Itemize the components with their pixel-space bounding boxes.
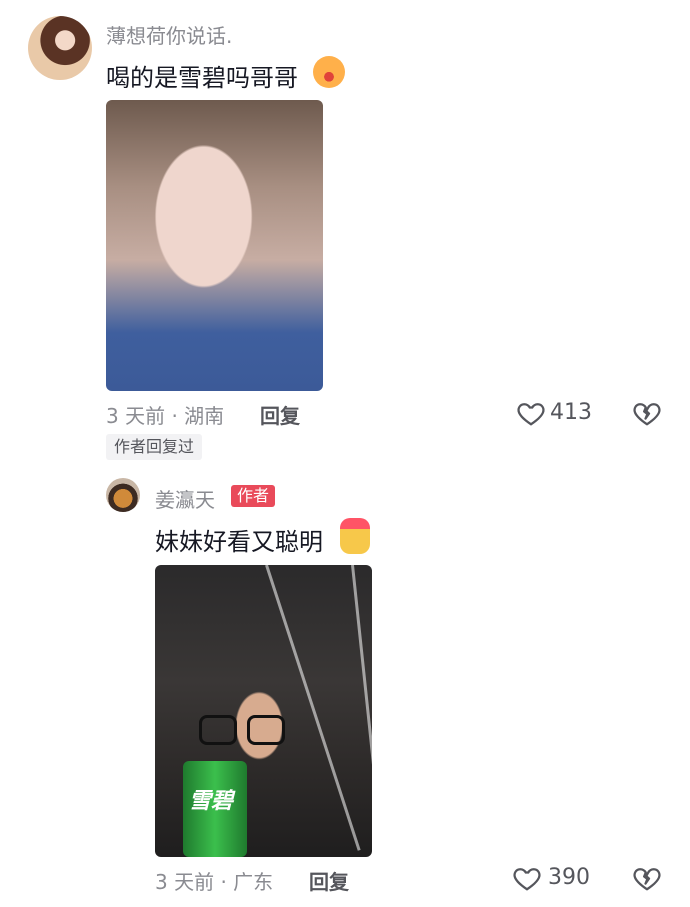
reply-like-count: 390 [548,865,590,890]
author-avatar[interactable] [106,478,140,512]
comment-like-count: 413 [550,400,592,425]
comment-photo[interactable] [106,100,323,391]
comment-reply-button[interactable]: 回复 [260,400,300,429]
dislike-broken-heart-icon[interactable] [632,863,662,893]
author-username[interactable]: 姜瀛天 [155,484,215,513]
comment-time-location: 3 天前 · 湖南 [106,404,225,428]
finger-heart-emoji-icon [340,518,370,554]
commenter-avatar[interactable] [28,16,92,80]
commenter-username[interactable]: 薄想荷你说话. [106,20,232,49]
author-badge: 作者 [231,485,276,507]
like-heart-icon[interactable] [516,398,546,428]
kiss-face-emoji-icon [313,56,345,88]
can-brand-text: 雪碧 [189,789,234,814]
dislike-broken-heart-icon[interactable] [632,398,662,428]
reply-photo[interactable]: 雪碧 [155,565,372,857]
reply-reply-button[interactable]: 回复 [309,866,349,895]
comment-text: 喝的是雪碧吗哥哥 [106,64,298,92]
reply-text: 妹妹好看又聪明 [155,528,323,556]
reply-time-location: 3 天前 · 广东 [155,870,274,894]
like-heart-icon[interactable] [512,863,542,893]
author-replied-badge: 作者回复过 [106,434,203,460]
soda-can: 雪碧 [183,761,247,857]
glasses-detail [199,715,291,745]
